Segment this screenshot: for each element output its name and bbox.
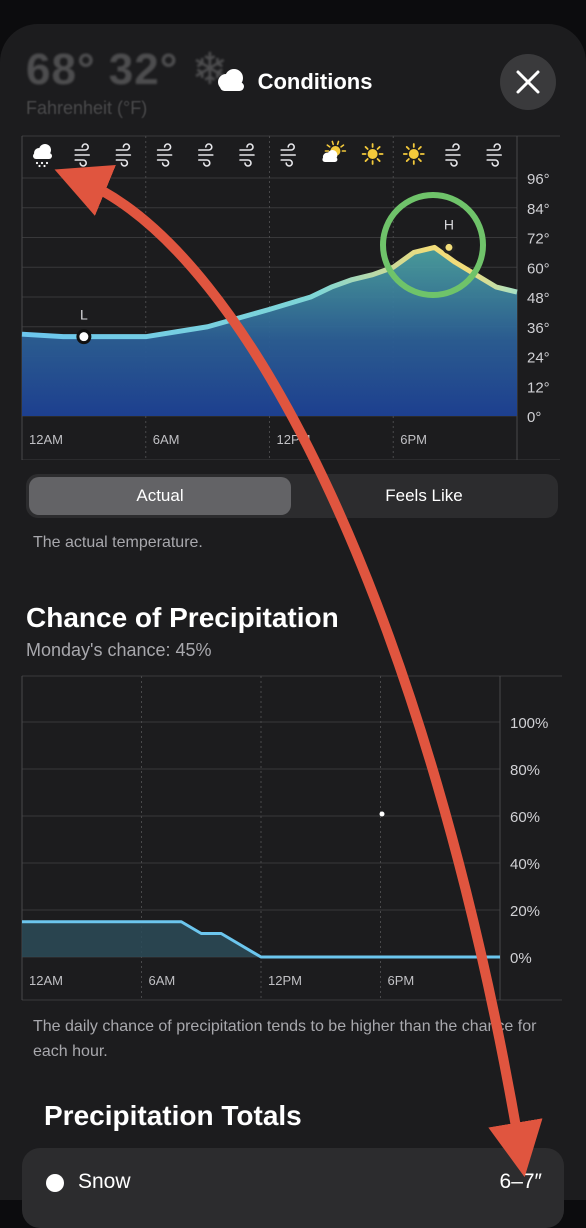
annotation-arrow xyxy=(54,165,543,1178)
highlight-circle xyxy=(380,192,486,298)
annotation-overlay xyxy=(54,165,543,1178)
